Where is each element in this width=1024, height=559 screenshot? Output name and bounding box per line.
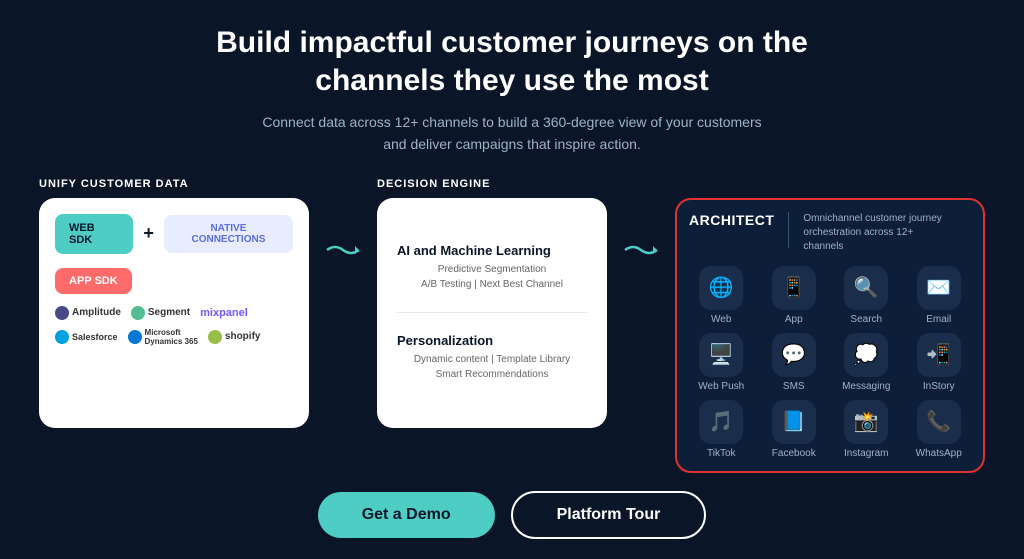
salesforce-label: Salesforce bbox=[72, 332, 118, 342]
logos-row-1: Amplitude Segment mixpanel bbox=[55, 306, 293, 320]
channel-grid: 🌐 Web 📱 App 🔍 Search ✉️ Email bbox=[689, 266, 971, 459]
channel-sms: 💬 SMS bbox=[762, 333, 827, 392]
email-label: Email bbox=[926, 314, 951, 325]
app-sdk-badge: APP SDK bbox=[55, 268, 132, 294]
arrow-right-icon-2 bbox=[623, 238, 659, 262]
buttons-row: Get a Demo Platform Tour bbox=[318, 491, 707, 539]
segment-icon bbox=[131, 306, 145, 320]
channel-whatsapp: 📞 WhatsApp bbox=[907, 400, 972, 459]
logos-row-2: Salesforce MicrosoftDynamics 365 shopify bbox=[55, 328, 293, 346]
architect-column: ARCHITECT ARCHITECT Omnichannel customer… bbox=[675, 178, 985, 473]
microsoft-icon bbox=[128, 330, 142, 344]
decision-panel: AI and Machine Learning Predictive Segme… bbox=[377, 198, 607, 428]
decision-header: DECISION ENGINE bbox=[377, 178, 607, 190]
columns-container: UNIFY CUSTOMER DATA WEB SDK + NATIVE CON… bbox=[40, 178, 984, 473]
channel-facebook: 📘 Facebook bbox=[762, 400, 827, 459]
app-label: App bbox=[785, 314, 803, 325]
microsoft-label: MicrosoftDynamics 365 bbox=[145, 328, 198, 346]
web-label: Web bbox=[711, 314, 731, 325]
ai-section: AI and Machine Learning Predictive Segme… bbox=[397, 243, 587, 292]
personalization-section-title: Personalization bbox=[397, 333, 587, 348]
facebook-icon: 📘 bbox=[772, 400, 816, 444]
salesforce-icon bbox=[55, 330, 69, 344]
mixpanel-logo: mixpanel bbox=[200, 307, 248, 319]
unify-top-row: WEB SDK + NATIVE CONNECTIONS bbox=[55, 214, 293, 254]
decision-column: DECISION ENGINE AI and Machine Learning … bbox=[377, 178, 607, 428]
main-page: Build impactful customer journeys on the… bbox=[0, 0, 1024, 559]
sms-icon: 💬 bbox=[772, 333, 816, 377]
arrow-connector-1 bbox=[325, 238, 361, 262]
channel-search: 🔍 Search bbox=[834, 266, 899, 325]
segment-label: Segment bbox=[148, 307, 190, 318]
shopify-label: shopify bbox=[225, 331, 261, 342]
tiktok-label: TikTok bbox=[707, 448, 736, 459]
whatsapp-icon: 📞 bbox=[917, 400, 961, 444]
amplitude-logo: Amplitude bbox=[55, 306, 121, 320]
shopify-logo: shopify bbox=[208, 330, 261, 344]
mixpanel-label: mixpanel bbox=[200, 307, 248, 319]
personalization-section-sub: Dynamic content | Template LibrarySmart … bbox=[397, 352, 587, 382]
search-icon: 🔍 bbox=[844, 266, 888, 310]
microsoft-logo: MicrosoftDynamics 365 bbox=[128, 328, 198, 346]
ai-section-title: AI and Machine Learning bbox=[397, 243, 587, 258]
arrow-right-icon bbox=[325, 238, 361, 262]
email-icon: ✉️ bbox=[917, 266, 961, 310]
decision-divider bbox=[397, 312, 587, 313]
messaging-icon: 💭 bbox=[844, 333, 888, 377]
unify-panel: WEB SDK + NATIVE CONNECTIONS APP SDK Amp… bbox=[39, 198, 309, 428]
channel-messaging: 💭 Messaging bbox=[834, 333, 899, 392]
web-sdk-badge: WEB SDK bbox=[55, 214, 133, 254]
instagram-label: Instagram bbox=[844, 448, 888, 459]
unify-column: UNIFY CUSTOMER DATA WEB SDK + NATIVE CON… bbox=[39, 178, 309, 428]
whatsapp-label: WhatsApp bbox=[916, 448, 962, 459]
amplitude-label: Amplitude bbox=[72, 307, 121, 318]
channel-webpush: 🖥️ Web Push bbox=[689, 333, 754, 392]
get-demo-button[interactable]: Get a Demo bbox=[318, 492, 495, 538]
channel-app: 📱 App bbox=[762, 266, 827, 325]
sms-label: SMS bbox=[783, 381, 805, 392]
webpush-icon: 🖥️ bbox=[699, 333, 743, 377]
arrow-connector-2 bbox=[623, 238, 659, 262]
messaging-label: Messaging bbox=[842, 381, 890, 392]
channel-web: 🌐 Web bbox=[689, 266, 754, 325]
instagram-icon: 📸 bbox=[844, 400, 888, 444]
architect-description: Omnichannel customer journey orchestrati… bbox=[803, 212, 943, 254]
instory-label: InStory bbox=[923, 381, 955, 392]
architect-vertical-divider bbox=[788, 212, 789, 248]
plus-icon: + bbox=[143, 223, 154, 244]
ai-section-sub: Predictive SegmentationA/B Testing | Nex… bbox=[397, 262, 587, 292]
subtitle: Connect data across 12+ channels to buil… bbox=[252, 111, 772, 156]
personalization-section: Personalization Dynamic content | Templa… bbox=[397, 333, 587, 382]
channel-tiktok: 🎵 TikTok bbox=[689, 400, 754, 459]
segment-logo: Segment bbox=[131, 306, 190, 320]
amplitude-icon bbox=[55, 306, 69, 320]
architect-header-row: ARCHITECT Omnichannel customer journey o… bbox=[689, 212, 971, 254]
web-icon: 🌐 bbox=[699, 266, 743, 310]
tiktok-icon: 🎵 bbox=[699, 400, 743, 444]
salesforce-logo: Salesforce bbox=[55, 330, 118, 344]
channel-instory: 📲 InStory bbox=[907, 333, 972, 392]
webpush-label: Web Push bbox=[698, 381, 744, 392]
app-icon: 📱 bbox=[772, 266, 816, 310]
native-connections-badge: NATIVE CONNECTIONS bbox=[164, 215, 293, 253]
channel-instagram: 📸 Instagram bbox=[834, 400, 899, 459]
instory-icon: 📲 bbox=[917, 333, 961, 377]
search-label: Search bbox=[850, 314, 882, 325]
architect-title: ARCHITECT bbox=[689, 212, 774, 228]
headline: Build impactful customer journeys on the… bbox=[216, 24, 808, 99]
platform-tour-button[interactable]: Platform Tour bbox=[511, 491, 707, 539]
facebook-label: Facebook bbox=[772, 448, 816, 459]
architect-panel: ARCHITECT Omnichannel customer journey o… bbox=[675, 198, 985, 473]
shopify-icon bbox=[208, 330, 222, 344]
unify-header: UNIFY CUSTOMER DATA bbox=[39, 178, 309, 190]
channel-email: ✉️ Email bbox=[907, 266, 972, 325]
